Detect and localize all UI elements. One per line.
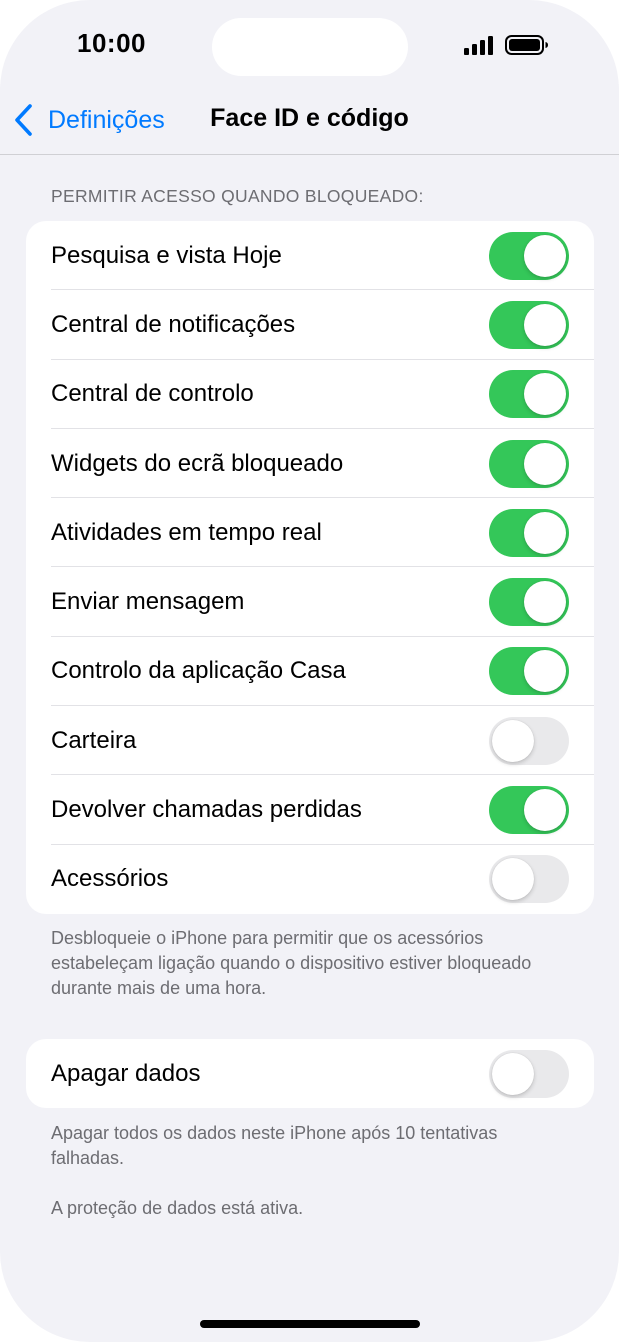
toggle-switch[interactable] (489, 231, 569, 280)
toggle-switch[interactable] (489, 439, 569, 488)
setting-row[interactable]: Atividades em tempo real (26, 498, 594, 568)
setting-label: Carteira (51, 726, 137, 754)
phone-screen: 10:00 Definições Face ID e código PERMIT… (0, 0, 619, 1342)
setting-label: Devolver chamadas perdidas (51, 796, 362, 824)
data-protection-note: A proteção de dados está ativa. (51, 1198, 304, 1218)
toggle-switch[interactable] (489, 370, 569, 419)
setting-row[interactable]: Widgets do ecrã bloqueado (26, 429, 594, 499)
setting-label: Central de notificações (51, 310, 296, 338)
setting-label: Widgets do ecrã bloqueado (51, 449, 344, 477)
toggle-knob (524, 442, 566, 485)
toggle-switch[interactable] (489, 1049, 569, 1098)
setting-row[interactable]: Controlo da aplicação Casa (26, 637, 594, 707)
section-header-locked-access: PERMITIR ACESSO QUANDO BLOQUEADO: (51, 186, 424, 206)
setting-label: Pesquisa e vista Hoje (51, 241, 282, 269)
toggle-switch[interactable] (489, 716, 569, 765)
setting-label: Enviar mensagem (51, 588, 245, 616)
setting-label: Atividades em tempo real (51, 518, 322, 546)
accessories-footer-text: Desbloqueie o iPhone para permitir que o… (51, 928, 532, 998)
page-title: Face ID e código (210, 104, 409, 132)
navigation-bar: Definições Face ID e código (0, 84, 619, 155)
toggle-knob (524, 789, 566, 832)
dynamic-island (212, 18, 408, 76)
setting-row[interactable]: Devolver chamadas perdidas (26, 775, 594, 845)
setting-row[interactable]: Pesquisa e vista Hoje (26, 221, 594, 291)
setting-label: Controlo da aplicação Casa (51, 657, 346, 685)
locked-access-group: Pesquisa e vista Hoje Central de notifica… (26, 221, 594, 914)
toggle-knob (524, 511, 566, 554)
toggle-knob (524, 650, 566, 693)
toggle-switch[interactable] (489, 786, 569, 835)
toggle-knob (524, 303, 566, 346)
toggle-switch[interactable] (489, 647, 569, 696)
toggle-knob (492, 858, 534, 901)
setting-label: Apagar dados (51, 1059, 201, 1087)
setting-row[interactable]: Acessórios (26, 845, 594, 914)
toggle-knob (492, 1052, 534, 1095)
toggle-knob (492, 719, 534, 762)
toggle-switch[interactable] (489, 300, 569, 349)
erase-data-group: Apagar dados (26, 1039, 594, 1109)
setting-row[interactable]: Central de controlo (26, 360, 594, 429)
setting-label: Acessórios (51, 865, 169, 893)
setting-row[interactable]: Enviar mensagem (26, 567, 594, 637)
setting-row[interactable]: Carteira (26, 706, 594, 776)
toggle-switch[interactable] (489, 855, 569, 904)
signal-icon (464, 36, 493, 55)
toggle-knob (524, 234, 566, 277)
battery-icon (505, 35, 548, 55)
setting-label: Central de controlo (51, 380, 254, 408)
home-indicator[interactable] (200, 1320, 420, 1328)
status-time: 10:00 (77, 28, 146, 58)
toggle-knob (524, 373, 566, 416)
toggle-knob (524, 581, 566, 624)
setting-row-erase-data[interactable]: Apagar dados (26, 1039, 594, 1108)
toggle-switch[interactable] (489, 578, 569, 627)
erase-footer-text: Apagar todos os dados neste iPhone após … (51, 1123, 498, 1168)
setting-row[interactable]: Central de notificações (26, 290, 594, 360)
toggle-switch[interactable] (489, 508, 569, 557)
